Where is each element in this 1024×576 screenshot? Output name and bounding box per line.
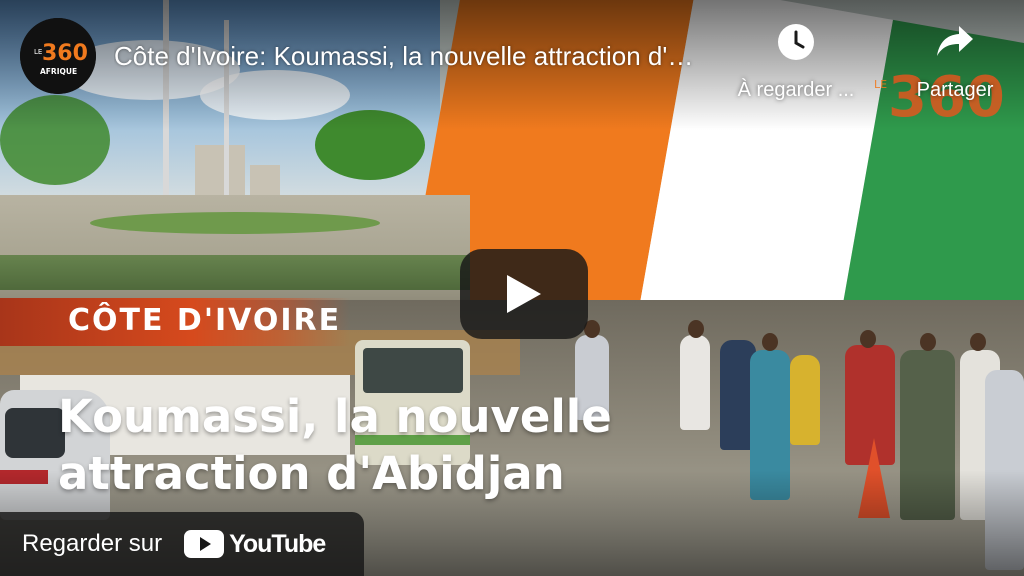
watch-later-button[interactable]: À regarder ... bbox=[718, 22, 874, 102]
play-button[interactable] bbox=[460, 249, 588, 339]
share-arrow-icon bbox=[935, 22, 975, 62]
watch-on-label: Regarder sur bbox=[22, 530, 163, 557]
youtube-logo: YouTube bbox=[184, 529, 326, 559]
pedestrian-head bbox=[860, 330, 876, 348]
video-title[interactable]: Côte d'Ivoire: Koumassi, la nouvelle att… bbox=[114, 38, 704, 74]
channel-avatar[interactable]: LE 360 AFRIQUE bbox=[20, 18, 96, 94]
play-icon bbox=[507, 275, 541, 313]
svg-text:LE: LE bbox=[874, 78, 887, 91]
clock-icon bbox=[776, 22, 816, 62]
pedestrian-head bbox=[688, 320, 704, 338]
pedestrian bbox=[790, 355, 820, 445]
youtube-wordmark: YouTube bbox=[229, 529, 326, 558]
pedestrian-head bbox=[920, 333, 936, 351]
share-label: Partager bbox=[916, 79, 994, 101]
share-button[interactable]: Partager bbox=[892, 22, 1018, 102]
svg-text:AFRIQUE: AFRIQUE bbox=[40, 67, 77, 76]
pedestrian-head bbox=[970, 333, 986, 351]
country-tag: CÔTE D'IVOIRE bbox=[68, 303, 342, 338]
thumbnail-headline: Koumassi, la nouvelle attraction d'Abidj… bbox=[58, 388, 758, 502]
building bbox=[195, 145, 245, 200]
headline-line-2: attraction d'Abidjan bbox=[58, 447, 565, 500]
hedge bbox=[0, 255, 470, 290]
watch-later-label: À regarder ... bbox=[737, 79, 855, 101]
pedestrian-head bbox=[762, 333, 778, 351]
video-player[interactable]: CÔTE D'IVOIRE Koumassi, la nouvelle attr… bbox=[0, 0, 1024, 576]
watch-on-youtube-button[interactable]: Regarder sur YouTube bbox=[0, 512, 364, 576]
headline-line-1: Koumassi, la nouvelle bbox=[58, 390, 612, 443]
youtube-logo-icon bbox=[184, 530, 225, 558]
le360-afrique-logo-icon: LE 360 AFRIQUE bbox=[20, 18, 96, 94]
svg-text:360: 360 bbox=[42, 41, 88, 66]
roundabout-lawn bbox=[90, 212, 380, 234]
